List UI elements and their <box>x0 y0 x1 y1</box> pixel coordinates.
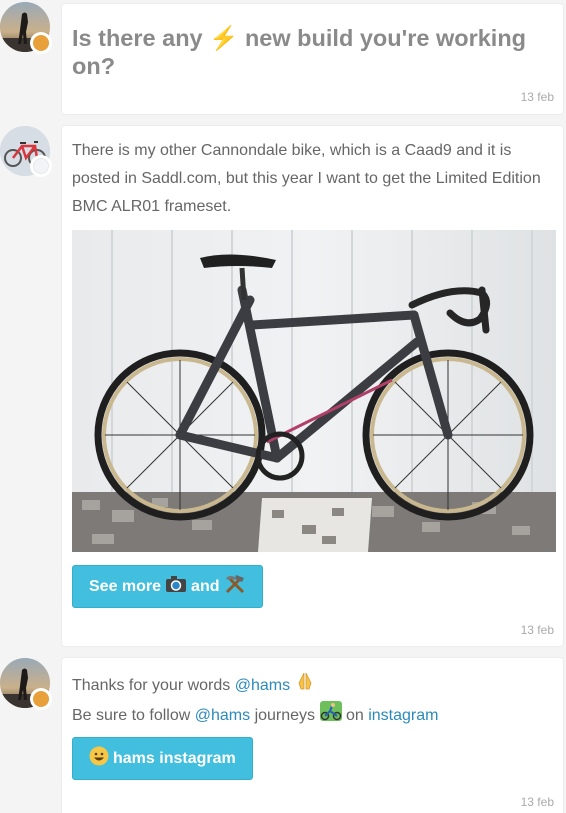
hams-instagram-button[interactable]: hams instagram <box>72 737 253 780</box>
message-feed: Is there any ⚡ new build you're working … <box>0 0 566 813</box>
message-text: Thanks for your words @hams Be sure to f… <box>72 671 552 731</box>
see-more-button[interactable]: See more and <box>72 565 263 608</box>
text-line: posted in Saddl.com, but this year I wan… <box>72 170 541 187</box>
grinning-face-icon <box>89 746 109 771</box>
camera-icon <box>165 575 187 598</box>
message-card: Thanks for your words @hams Be sure to f… <box>61 657 564 813</box>
heading-text-line2: on? <box>72 53 116 79</box>
text-line: Thanks for your words @hams <box>72 671 552 701</box>
text-span: journeys <box>254 707 316 725</box>
and-label: and <box>191 577 220 595</box>
see-more-label: See more <box>89 577 162 595</box>
text-span: Be sure to follow <box>72 707 191 725</box>
message-card: There is my other Cannondale bike, which… <box>61 125 564 647</box>
message-date: 13 feb <box>520 90 554 104</box>
mountain-biker-icon <box>319 701 342 731</box>
hams-instagram-label: hams instagram <box>113 749 236 767</box>
text-span: Thanks for your words <box>72 677 231 695</box>
bike-photo[interactable] <box>72 230 556 552</box>
instagram-link[interactable]: instagram <box>368 707 438 724</box>
message-2: There is my other Cannondale bike, which… <box>0 125 566 647</box>
heading-text-start: Is there any <box>72 25 203 51</box>
message-1: Is there any ⚡ new build you're working … <box>0 0 566 116</box>
high-voltage-icon: ⚡ <box>209 25 239 51</box>
bike-image <box>72 230 556 552</box>
mention-link[interactable]: @hams <box>235 677 290 694</box>
message-card: Is there any ⚡ new build you're working … <box>61 3 564 115</box>
text-line: There is my other Cannondale bike, which… <box>72 142 512 159</box>
message-text: There is my other Cannondale bike, which… <box>72 137 552 221</box>
message-date: 13 feb <box>520 795 554 809</box>
heading-text-end: new build you're working <box>244 25 527 51</box>
text-span: on <box>345 707 364 725</box>
sun-badge-icon <box>30 32 52 54</box>
text-line: BMC ALR01 frameset. <box>72 198 232 215</box>
message-date: 13 feb <box>520 623 554 637</box>
folded-hands-icon <box>295 671 315 701</box>
message-3: Thanks for your words @hams Be sure to f… <box>0 657 566 813</box>
message-heading: Is there any ⚡ new build you're working … <box>72 24 552 80</box>
badge-icon <box>30 155 52 177</box>
text-line: Be sure to follow @hams journeys on inst… <box>72 701 552 731</box>
sun-badge-icon <box>30 688 52 710</box>
hammer-and-pick-icon <box>224 574 246 599</box>
mention-link[interactable]: @hams <box>195 707 250 724</box>
